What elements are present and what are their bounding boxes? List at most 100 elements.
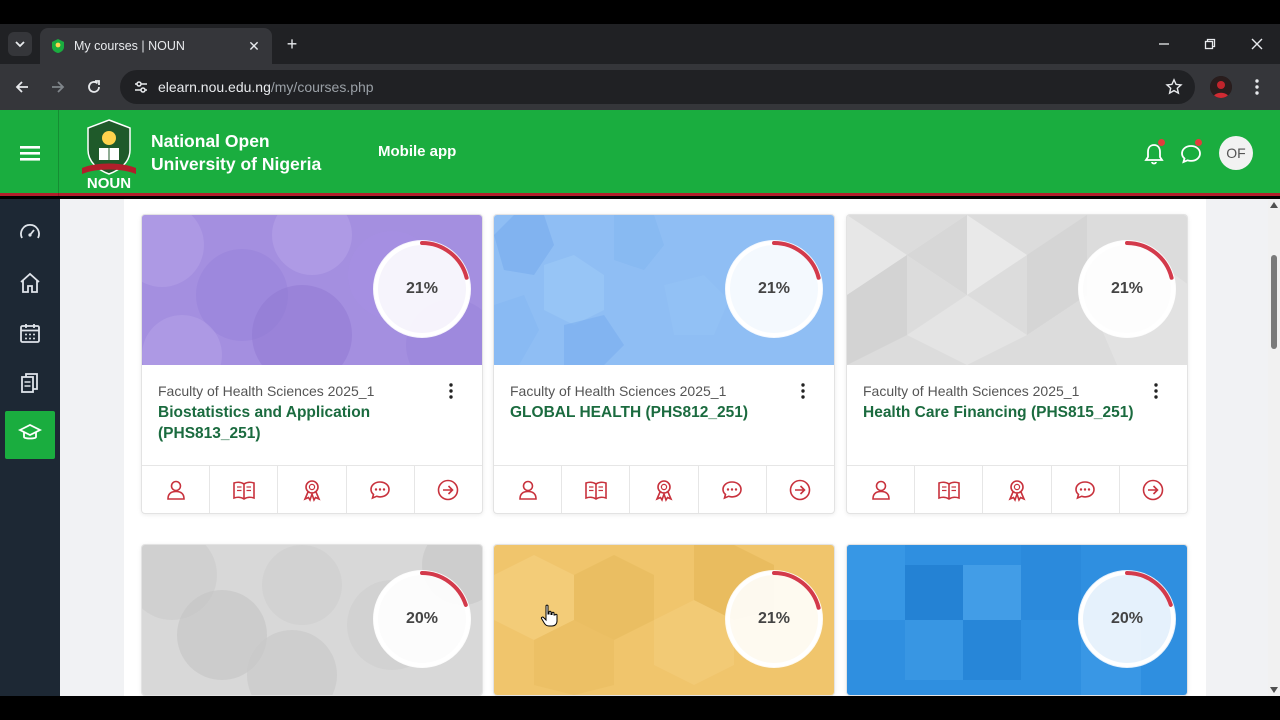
chat-icon bbox=[722, 480, 743, 499]
grades-button[interactable] bbox=[210, 466, 279, 513]
notification-dot bbox=[1158, 139, 1165, 146]
grades-book-icon bbox=[232, 481, 255, 500]
grades-book-icon bbox=[584, 481, 607, 500]
mobile-app-link[interactable]: Mobile app bbox=[378, 143, 456, 160]
card-actions bbox=[494, 465, 834, 513]
course-image[interactable]: 20% bbox=[847, 545, 1187, 695]
profile-avatar[interactable] bbox=[1210, 76, 1232, 98]
scroll-up-arrow-icon[interactable] bbox=[1270, 202, 1278, 208]
noun-logo[interactable]: NOUN bbox=[78, 118, 140, 192]
participants-button[interactable] bbox=[494, 466, 563, 513]
user-avatar[interactable]: OF bbox=[1219, 136, 1253, 170]
progress-label: 21% bbox=[405, 280, 439, 297]
card-menu-icon[interactable] bbox=[1153, 383, 1159, 399]
course-image[interactable]: 21% bbox=[847, 215, 1187, 365]
browser-toolbar: elearn.nou.edu.ng/my/courses.php bbox=[0, 64, 1280, 110]
site-header: NOUN National Open University of Nigeria… bbox=[0, 110, 1280, 196]
page-scrollbar[interactable] bbox=[1268, 199, 1280, 696]
progress-label: 21% bbox=[757, 280, 791, 297]
card-actions bbox=[142, 465, 482, 513]
left-nav-rail bbox=[0, 199, 60, 696]
go-to-course-icon bbox=[438, 479, 459, 500]
card-actions bbox=[847, 465, 1187, 513]
course-card[interactable]: 21% Faculty of Health Sciences 2025_1 Bi… bbox=[141, 214, 483, 514]
rail-item-calendar[interactable] bbox=[5, 311, 55, 359]
course-category: Faculty of Health Sciences 2025_1 bbox=[510, 383, 727, 399]
scrollbar-thumb[interactable] bbox=[1271, 255, 1277, 349]
close-window-icon[interactable] bbox=[1249, 36, 1265, 52]
participants-icon bbox=[166, 480, 185, 500]
course-card[interactable]: 21% Faculty of Health Sciences 2025_1 GL… bbox=[493, 214, 835, 514]
university-name[interactable]: National Open University of Nigeria bbox=[151, 130, 351, 176]
header-divider bbox=[58, 110, 59, 196]
course-card[interactable]: 20% bbox=[846, 544, 1188, 696]
grades-button[interactable] bbox=[915, 466, 984, 513]
course-card-body: Faculty of Health Sciences 2025_1 Health… bbox=[847, 365, 1187, 465]
card-menu-icon[interactable] bbox=[448, 383, 454, 399]
badges-button[interactable] bbox=[630, 466, 699, 513]
chat-icon bbox=[1075, 480, 1096, 499]
go-to-course-button[interactable] bbox=[415, 466, 482, 513]
go-to-course-icon bbox=[1143, 479, 1164, 500]
address-bar[interactable]: elearn.nou.edu.ng/my/courses.php bbox=[120, 70, 1195, 104]
my-courses-icon bbox=[17, 421, 43, 450]
tab-search-icon[interactable] bbox=[8, 32, 32, 56]
main-content: 21% Faculty of Health Sciences 2025_1 Bi… bbox=[60, 199, 1268, 696]
course-title[interactable]: Biostatistics and Application (PHS813_25… bbox=[158, 402, 438, 444]
go-to-course-button[interactable] bbox=[1120, 466, 1187, 513]
minimize-icon[interactable] bbox=[1156, 36, 1172, 52]
go-to-course-icon bbox=[790, 479, 811, 500]
rail-item-my-courses[interactable] bbox=[5, 411, 55, 459]
star-icon[interactable] bbox=[1165, 78, 1183, 96]
chat-button[interactable] bbox=[1052, 466, 1120, 513]
chat-button[interactable] bbox=[699, 466, 767, 513]
participants-icon bbox=[518, 480, 537, 500]
rail-item-home[interactable] bbox=[5, 261, 55, 309]
participants-button[interactable] bbox=[142, 466, 211, 513]
hand-cursor-icon bbox=[540, 604, 558, 627]
progress-label: 21% bbox=[757, 610, 791, 627]
course-image[interactable]: 21% bbox=[494, 215, 834, 365]
content-bank-icon bbox=[18, 371, 42, 400]
rail-item-dashboard[interactable] bbox=[5, 211, 55, 259]
rail-item-content-bank[interactable] bbox=[5, 361, 55, 409]
course-card[interactable]: 21% Faculty of Health Sciences 2025_1 He… bbox=[846, 214, 1188, 514]
kebab-menu-icon[interactable] bbox=[1250, 77, 1264, 97]
course-card-body: Faculty of Health Sciences 2025_1 GLOBAL… bbox=[494, 365, 834, 465]
url-path: /my/courses.php bbox=[270, 79, 374, 95]
course-card-body: Faculty of Health Sciences 2025_1 Biosta… bbox=[142, 365, 482, 465]
logo-text: NOUN bbox=[87, 175, 131, 190]
course-image[interactable]: 21% bbox=[142, 215, 482, 365]
participants-button[interactable] bbox=[847, 466, 916, 513]
url-text: elearn.nou.edu.ng/my/courses.php bbox=[158, 79, 374, 95]
chat-button[interactable] bbox=[347, 466, 415, 513]
course-title[interactable]: Health Care Financing (PHS815_251) bbox=[863, 402, 1143, 423]
hamburger-menu-icon[interactable] bbox=[18, 142, 42, 164]
course-card[interactable]: 20% bbox=[141, 544, 483, 696]
tab-title: My courses | NOUN bbox=[74, 39, 185, 53]
noun-favicon-icon bbox=[50, 38, 66, 54]
grades-button[interactable] bbox=[562, 466, 631, 513]
plus-icon[interactable]: + bbox=[282, 34, 302, 54]
message-dot bbox=[1195, 139, 1202, 146]
letterbox-bottom bbox=[0, 696, 1280, 720]
site-info-icon[interactable] bbox=[124, 79, 158, 95]
badges-button[interactable] bbox=[278, 466, 347, 513]
restore-icon[interactable] bbox=[1202, 36, 1218, 52]
dashboard-icon bbox=[18, 221, 42, 250]
browser-tab[interactable]: My courses | NOUN ✕ bbox=[40, 28, 272, 64]
letterbox-top bbox=[0, 0, 1280, 24]
calendar-icon bbox=[18, 321, 42, 350]
course-image[interactable]: 20% bbox=[142, 545, 482, 695]
go-to-course-button[interactable] bbox=[767, 466, 834, 513]
scroll-down-arrow-icon[interactable] bbox=[1270, 687, 1278, 693]
chat-icon bbox=[370, 480, 391, 499]
course-title[interactable]: GLOBAL HEALTH (PHS812_251) bbox=[510, 402, 790, 423]
card-menu-icon[interactable] bbox=[800, 383, 806, 399]
close-icon[interactable]: ✕ bbox=[246, 38, 262, 55]
reload-icon[interactable] bbox=[84, 77, 104, 97]
back-icon[interactable] bbox=[12, 77, 32, 97]
forward-icon[interactable] bbox=[48, 77, 68, 97]
badges-button[interactable] bbox=[983, 466, 1052, 513]
grades-book-icon bbox=[937, 481, 960, 500]
